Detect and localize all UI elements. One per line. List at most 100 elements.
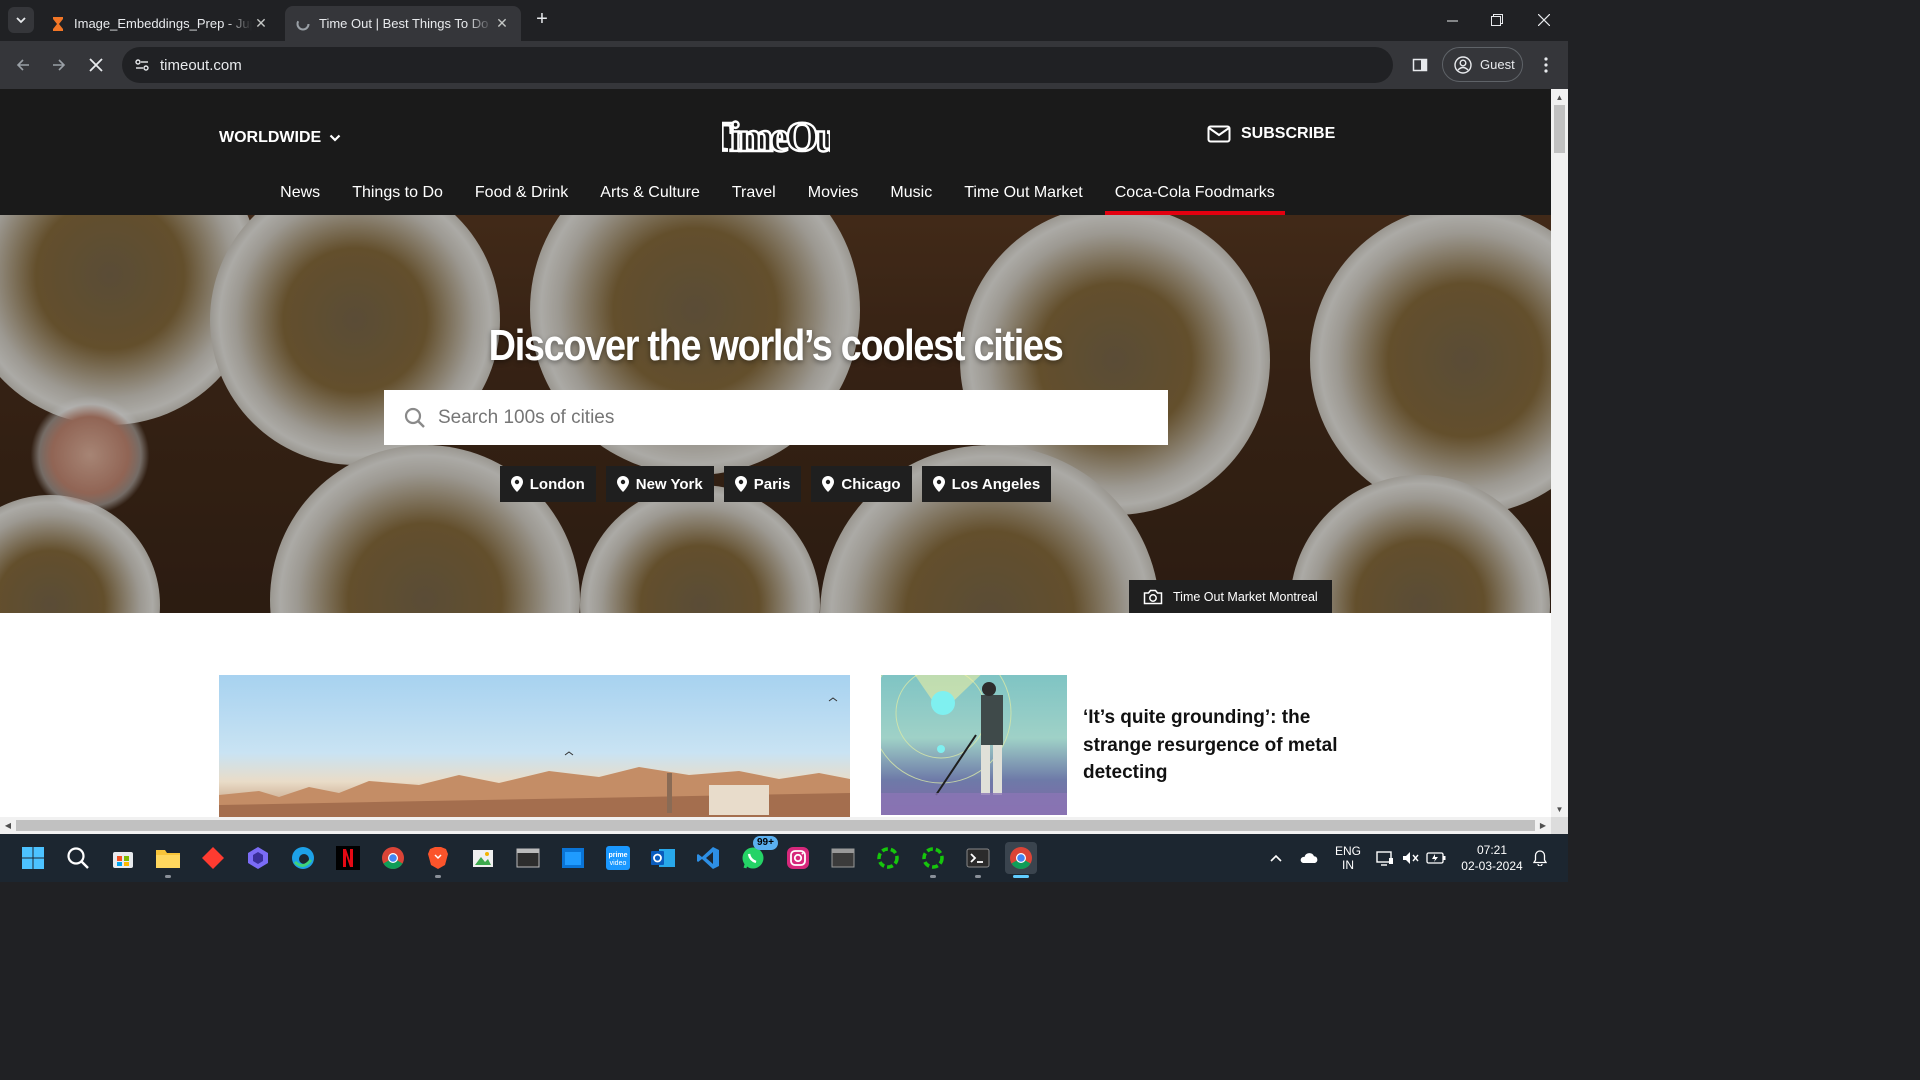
main-nav: News Things to Do Food & Drink Arts & Cu… — [0, 179, 1551, 215]
taskbar-app-blue-window[interactable] — [557, 842, 589, 874]
vertical-scrollbar[interactable]: ▲ ▼ — [1551, 89, 1568, 817]
side-story-image[interactable] — [881, 675, 1067, 815]
taskbar-file-explorer[interactable] — [152, 842, 184, 878]
show-hidden-icons-button[interactable] — [1264, 834, 1288, 882]
notifications-button[interactable] — [1530, 834, 1550, 882]
terminal-icon — [966, 848, 990, 868]
taskbar-app-green-ring-1[interactable] — [872, 842, 904, 874]
svg-text:prime: prime — [608, 852, 627, 859]
onedrive-tray-icon[interactable] — [1296, 834, 1322, 882]
city-chip-chicago[interactable]: Chicago — [811, 466, 912, 502]
address-bar[interactable]: timeout.com — [122, 47, 1393, 83]
taskbar-netflix[interactable] — [332, 842, 364, 874]
city-chip-london[interactable]: London — [499, 466, 596, 502]
network-tray-icon[interactable] — [1374, 834, 1396, 882]
nav-item-music[interactable]: Music — [874, 179, 948, 215]
site-info-icon[interactable] — [132, 55, 152, 75]
hexagon-app-icon — [248, 847, 268, 869]
close-window-button[interactable] — [1521, 0, 1567, 40]
nav-item-travel[interactable]: Travel — [716, 179, 792, 215]
taskbar-whatsapp[interactable]: 99+ — [737, 836, 778, 874]
chrome-icon — [1010, 847, 1032, 869]
city-search[interactable] — [384, 390, 1168, 445]
forward-button[interactable] — [46, 52, 72, 78]
nav-item-coca-cola-foodmarks[interactable]: Coca-Cola Foodmarks — [1099, 179, 1291, 215]
clock[interactable]: 07:21 02-03-2024 — [1456, 834, 1528, 882]
language-indicator[interactable]: ENG IN — [1330, 834, 1366, 882]
taskbar-microsoft-store[interactable] — [107, 842, 139, 874]
notification-badge: 99+ — [753, 836, 778, 850]
subscribe-button[interactable]: SUBSCRIBE — [1207, 125, 1335, 143]
scroll-left-arrow-icon[interactable]: ◀ — [0, 817, 16, 834]
side-panel-button[interactable] — [1407, 52, 1433, 78]
browser-menu-button[interactable] — [1533, 52, 1559, 78]
battery-tray-icon[interactable] — [1424, 834, 1448, 882]
taskbar-app-image-viewer[interactable] — [467, 842, 499, 874]
taskbar-instagram[interactable] — [782, 842, 814, 874]
scroll-down-arrow-icon[interactable]: ▼ — [1551, 801, 1568, 817]
city-label: Chicago — [841, 475, 901, 493]
restore-button[interactable] — [1474, 0, 1520, 40]
taskbar-outlook[interactable] — [647, 842, 679, 874]
site-header: WORLDWIDE TimeOut SUBSCRIBE News Things … — [0, 89, 1551, 215]
scroll-right-arrow-icon[interactable]: ▶ — [1535, 817, 1551, 834]
city-chip-new-york[interactable]: New York — [605, 466, 714, 502]
vertical-scroll-thumb[interactable] — [1554, 105, 1565, 153]
nav-item-news[interactable]: News — [264, 179, 336, 215]
taskbar-app-green-ring-2[interactable] — [917, 842, 949, 878]
stop-loading-button[interactable] — [83, 52, 109, 78]
taskbar-app-window-gray[interactable] — [827, 842, 859, 874]
tab-close-icon[interactable]: ✕ — [493, 15, 511, 32]
map-pin-icon — [932, 476, 945, 492]
city-search-input[interactable] — [438, 406, 1138, 429]
side-story-headline[interactable]: ‘It’s quite grounding’: the strange resu… — [1083, 704, 1343, 787]
start-button[interactable] — [17, 842, 49, 874]
nav-item-arts-culture[interactable]: Arts & Culture — [584, 179, 716, 215]
city-chip-los-angeles[interactable]: Los Angeles — [921, 466, 1052, 502]
horizontal-scrollbar[interactable]: ◀ ▶ — [0, 817, 1551, 834]
tab-close-icon[interactable]: ✕ — [252, 15, 270, 32]
taskbar-vscode[interactable] — [692, 842, 724, 874]
nav-item-time-out-market[interactable]: Time Out Market — [948, 179, 1099, 215]
city-chip-paris[interactable]: Paris — [723, 466, 802, 502]
display-network-icon — [1376, 851, 1393, 866]
windows-logo-icon — [22, 847, 44, 869]
tab-timeout[interactable]: Time Out | Best Things To Do and ✕ — [285, 6, 521, 41]
minimize-button[interactable] — [1429, 0, 1475, 40]
region-code: IN — [1342, 858, 1354, 872]
taskbar-brave[interactable] — [422, 842, 454, 878]
taskbar-app-copilot[interactable] — [242, 842, 274, 874]
edition-selector[interactable]: WORLDWIDE — [219, 129, 341, 147]
taskbar-edge[interactable] — [287, 842, 319, 874]
taskbar-app-terminal-window[interactable] — [512, 842, 544, 874]
horizontal-scroll-thumb[interactable] — [16, 820, 1535, 831]
envelope-icon — [1207, 125, 1231, 143]
tab-jupyter[interactable]: Image_Embeddings_Prep - Jupyter ✕ — [40, 6, 280, 41]
chevron-up-icon — [1270, 854, 1282, 862]
map-pin-icon — [616, 476, 629, 492]
back-button[interactable] — [10, 52, 36, 78]
timeout-logo[interactable]: TimeOut — [704, 113, 854, 162]
profile-button[interactable]: Guest — [1442, 47, 1523, 82]
new-tab-button[interactable]: + — [530, 8, 554, 32]
tab-search-button[interactable] — [8, 7, 34, 33]
taskbar-chrome-1[interactable] — [377, 842, 409, 874]
restore-icon — [1491, 14, 1503, 26]
cloud-icon — [1300, 853, 1318, 863]
taskbar-chrome-active[interactable] — [1005, 842, 1037, 878]
close-icon — [89, 58, 103, 72]
taskbar-search-button[interactable] — [62, 842, 94, 874]
nav-item-things-to-do[interactable]: Things to Do — [336, 179, 459, 215]
scroll-up-arrow-icon[interactable]: ▲ — [1551, 89, 1568, 105]
instagram-icon — [787, 847, 809, 869]
nav-item-movies[interactable]: Movies — [792, 179, 875, 215]
volume-tray-icon[interactable] — [1400, 834, 1422, 882]
feature-story-image[interactable] — [219, 675, 850, 817]
store-icon — [113, 852, 133, 868]
taskbar-prime-video[interactable]: prime video — [602, 842, 634, 874]
tab-title: Time Out | Best Things To Do and — [319, 16, 493, 31]
taskbar-terminal[interactable] — [962, 842, 994, 878]
url-text: timeout.com — [160, 56, 242, 74]
nav-item-food-drink[interactable]: Food & Drink — [459, 179, 584, 215]
taskbar-app-red-diamond[interactable] — [197, 842, 229, 874]
